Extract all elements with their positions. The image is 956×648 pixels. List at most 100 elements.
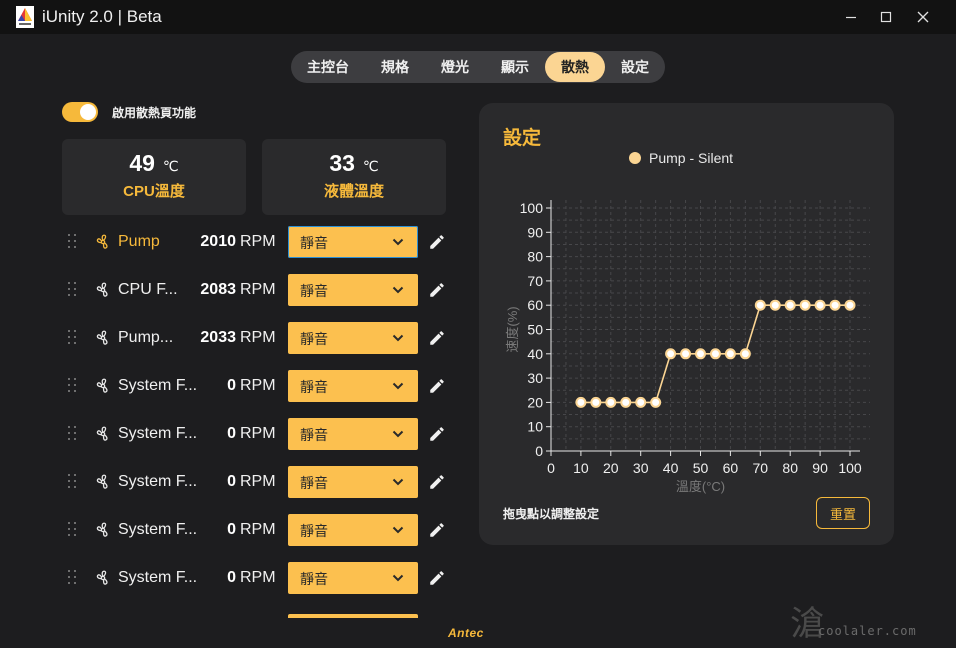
antec-logo: Antec bbox=[448, 626, 484, 640]
edit-pencil-icon[interactable] bbox=[428, 281, 446, 299]
enable-cooling-toggle[interactable] bbox=[62, 102, 98, 122]
reset-button[interactable]: 重置 bbox=[816, 497, 870, 529]
curve-point[interactable] bbox=[665, 348, 677, 360]
drag-handle-icon[interactable] bbox=[68, 570, 78, 586]
fan-row[interactable]: System F... 0 RPM 靜音 bbox=[62, 462, 462, 502]
curve-point[interactable] bbox=[754, 299, 766, 311]
tab-dashboard[interactable]: 主控台 bbox=[295, 52, 361, 82]
chevron-down-icon bbox=[392, 478, 404, 486]
chevron-down-icon bbox=[392, 238, 404, 246]
curve-point[interactable] bbox=[739, 348, 751, 360]
title-bar: iUnity 2.0 | Beta bbox=[0, 0, 956, 34]
fan-mode-select[interactable]: 靜音 bbox=[288, 274, 418, 306]
curve-point[interactable] bbox=[590, 396, 602, 408]
x-tick-label: 10 bbox=[573, 460, 589, 476]
fan-curve-chart[interactable]: 0 10 20 30 40 50 60 70 80 90 100 0 10 20 30 40 50 60 70 80 9… bbox=[479, 103, 894, 503]
maximize-icon bbox=[880, 11, 892, 23]
fan-mode-select[interactable]: 靜音 bbox=[288, 418, 418, 450]
edit-pencil-icon[interactable] bbox=[428, 233, 446, 251]
curve-point[interactable] bbox=[844, 299, 856, 311]
tab-display[interactable]: 顯示 bbox=[485, 52, 545, 82]
curve-point[interactable] bbox=[829, 299, 841, 311]
cpu-temp-label: CPU溫度 bbox=[123, 183, 185, 200]
y-axis-label: 速度(%) bbox=[505, 306, 520, 352]
fan-mode-select[interactable]: 靜音 bbox=[288, 466, 418, 498]
curve-point[interactable] bbox=[814, 299, 826, 311]
fan-mode-select[interactable]: 靜音 bbox=[288, 370, 418, 402]
fan-row[interactable]: Pump... 2033 RPM 靜音 bbox=[62, 318, 462, 358]
main-tabs: 主控台 規格 燈光 顯示 散熱 設定 bbox=[291, 51, 665, 83]
curve-point[interactable] bbox=[575, 396, 587, 408]
edit-pencil-icon[interactable] bbox=[428, 569, 446, 587]
cpu-temp-card: 49 ℃ CPU溫度 bbox=[62, 139, 246, 215]
curve-point[interactable] bbox=[620, 396, 632, 408]
drag-handle-icon[interactable] bbox=[68, 522, 78, 538]
fan-rpm-unit: RPM bbox=[240, 521, 276, 538]
curve-point[interactable] bbox=[709, 348, 721, 360]
fan-rpm: 0 bbox=[227, 521, 236, 538]
edit-pencil-icon[interactable] bbox=[428, 521, 446, 539]
edit-pencil-icon[interactable] bbox=[428, 377, 446, 395]
y-tick-label: 30 bbox=[527, 370, 543, 386]
curve-point[interactable] bbox=[680, 348, 692, 360]
curve-point[interactable] bbox=[635, 396, 647, 408]
app-logo-icon bbox=[16, 6, 34, 28]
y-tick-label: 70 bbox=[527, 273, 543, 289]
fan-rpm-unit: RPM bbox=[240, 569, 276, 586]
tab-specs[interactable]: 規格 bbox=[363, 52, 427, 82]
fan-curve-panel: 設定 Pump - Silent 0 10 20 30 40 50 60 70 80 90 100 0… bbox=[479, 103, 894, 545]
tab-settings[interactable]: 設定 bbox=[605, 52, 665, 82]
curve-point[interactable] bbox=[799, 299, 811, 311]
edit-pencil-icon[interactable] bbox=[428, 329, 446, 347]
fan-rpm: 0 bbox=[227, 377, 236, 394]
x-tick-label: 80 bbox=[782, 460, 798, 476]
fan-mode-value: 靜音 bbox=[300, 475, 328, 491]
fan-list: Pump 2010 RPM 靜音 CPU F... 2083 RPM 靜音 Pump... 203… bbox=[62, 222, 462, 618]
drag-handle-icon[interactable] bbox=[68, 426, 78, 442]
drag-handle-icon[interactable] bbox=[68, 234, 78, 250]
fan-rpm: 2083 bbox=[200, 281, 236, 298]
fan-mode-select[interactable]: 靜音 bbox=[288, 514, 418, 546]
minimize-icon bbox=[846, 16, 856, 19]
fan-icon bbox=[94, 329, 112, 347]
curve-point[interactable] bbox=[724, 348, 736, 360]
y-tick-label: 100 bbox=[520, 200, 544, 216]
edit-pencil-icon[interactable] bbox=[428, 473, 446, 491]
fan-rpm-unit: RPM bbox=[240, 425, 276, 442]
fan-rpm-unit: RPM bbox=[240, 329, 276, 346]
y-tick-label: 50 bbox=[527, 322, 543, 338]
toggle-knob bbox=[80, 104, 96, 120]
curve-point[interactable] bbox=[605, 396, 617, 408]
fan-mode-value: 靜音 bbox=[300, 331, 328, 347]
fan-rpm-unit: RPM bbox=[240, 473, 276, 490]
curve-point[interactable] bbox=[784, 299, 796, 311]
drag-handle-icon[interactable] bbox=[68, 378, 78, 394]
fan-row[interactable]: System F... 0 RPM 靜音 bbox=[62, 510, 462, 550]
fan-rpm-unit: RPM bbox=[240, 233, 276, 250]
curve-point[interactable] bbox=[769, 299, 781, 311]
drag-handle-icon[interactable] bbox=[68, 474, 78, 490]
curve-point[interactable] bbox=[650, 396, 662, 408]
x-tick-label: 30 bbox=[633, 460, 649, 476]
y-tick-label: 90 bbox=[527, 224, 543, 240]
fan-row[interactable]: System F... 0 RPM 靜音 bbox=[62, 366, 462, 406]
close-button[interactable] bbox=[900, 0, 946, 34]
fan-row[interactable]: CPU F... 2083 RPM 靜音 bbox=[62, 270, 462, 310]
fan-row[interactable]: Pump 2010 RPM 靜音 bbox=[62, 222, 462, 262]
fan-row[interactable]: System F... 0 RPM 靜音 bbox=[62, 558, 462, 598]
fan-rpm: 0 bbox=[227, 473, 236, 490]
tab-lighting[interactable]: 燈光 bbox=[425, 52, 485, 82]
fan-mode-select[interactable]: 靜音 bbox=[288, 226, 418, 258]
fan-mode-select[interactable]: 靜音 bbox=[288, 562, 418, 594]
fan-mode-select-partial[interactable] bbox=[288, 614, 418, 618]
fan-row[interactable]: System F... 0 RPM 靜音 bbox=[62, 414, 462, 454]
fan-icon bbox=[94, 233, 112, 251]
drag-handle-icon[interactable] bbox=[68, 282, 78, 298]
x-axis-label: 溫度(°C) bbox=[676, 479, 725, 494]
curve-point[interactable] bbox=[695, 348, 706, 360]
chevron-down-icon bbox=[392, 574, 404, 582]
fan-mode-select[interactable]: 靜音 bbox=[288, 322, 418, 354]
tab-cooling[interactable]: 散熱 bbox=[545, 52, 605, 82]
drag-handle-icon[interactable] bbox=[68, 330, 78, 346]
edit-pencil-icon[interactable] bbox=[428, 425, 446, 443]
